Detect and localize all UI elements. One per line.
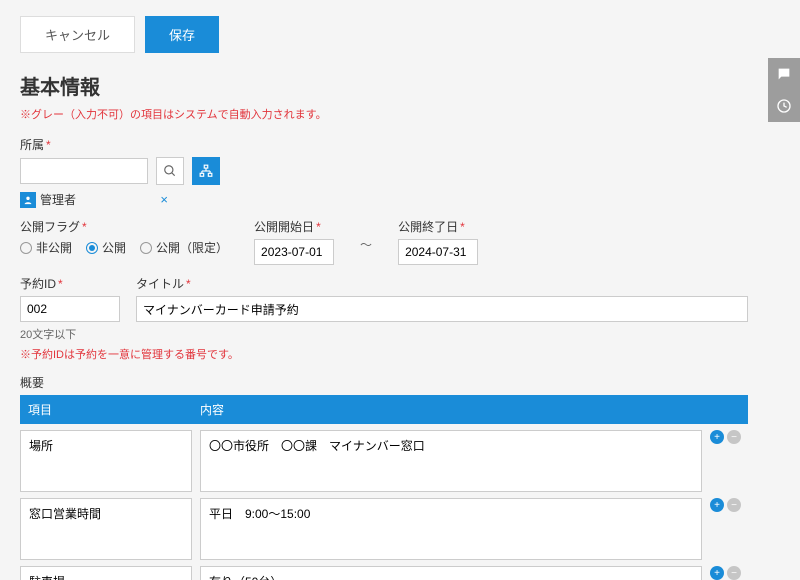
reserve-id-note: ※予約IDは予約を一意に管理する番号です。: [20, 346, 748, 362]
chat-icon[interactable]: [768, 58, 800, 90]
add-row-icon[interactable]: +: [710, 566, 724, 580]
affiliation-label: 所属*: [20, 136, 748, 153]
delete-row-icon[interactable]: −: [727, 430, 741, 444]
reserve-id-label: 予約ID*: [20, 275, 120, 292]
date-range-separator: 〜: [360, 238, 372, 252]
radio-limited[interactable]: 公開（限定）: [140, 239, 228, 256]
overview-item-input[interactable]: 駐車場: [20, 566, 192, 580]
cancel-button[interactable]: キャンセル: [20, 16, 135, 53]
overview-label: 概要: [20, 374, 748, 391]
affiliation-chip: 管理者 ×: [20, 191, 168, 208]
start-date-input[interactable]: [254, 239, 334, 265]
overview-row: 駐車場 有り（50台） + −: [20, 566, 748, 580]
affiliation-input[interactable]: [20, 158, 148, 184]
overview-content-input[interactable]: 有り（50台）: [200, 566, 702, 580]
org-tree-icon[interactable]: [192, 157, 220, 185]
title-label: タイトル*: [136, 275, 748, 292]
overview-row: 窓口営業時間 平日 9:00〜15:00 + −: [20, 498, 748, 560]
system-auto-note: ※グレー（入力不可）の項目はシステムで自動入力されます。: [20, 106, 748, 122]
page-title: 基本情報: [20, 71, 748, 100]
history-icon[interactable]: [768, 90, 800, 122]
end-date-input[interactable]: [398, 239, 478, 265]
search-icon[interactable]: [156, 157, 184, 185]
add-row-icon[interactable]: +: [710, 498, 724, 512]
add-row-icon[interactable]: +: [710, 430, 724, 444]
user-icon: [20, 192, 36, 208]
radio-private[interactable]: 非公開: [20, 239, 72, 256]
save-button[interactable]: 保存: [145, 16, 219, 53]
start-date-label: 公開開始日*: [254, 218, 334, 235]
end-date-label: 公開終了日*: [398, 218, 478, 235]
overview-item-input[interactable]: 窓口営業時間: [20, 498, 192, 560]
overview-item-input[interactable]: 場所: [20, 430, 192, 492]
side-tabs: [768, 58, 800, 122]
overview-content-input[interactable]: 〇〇市役所 〇〇課 マイナンバー窓口: [200, 430, 702, 492]
overview-row: 場所 〇〇市役所 〇〇課 マイナンバー窓口 + −: [20, 430, 748, 492]
delete-row-icon[interactable]: −: [727, 566, 741, 580]
affiliation-chip-label: 管理者: [40, 191, 76, 208]
reserve-id-input[interactable]: [20, 296, 120, 322]
title-input[interactable]: [136, 296, 748, 322]
overview-table-header: 項目 内容: [20, 395, 748, 424]
delete-row-icon[interactable]: −: [727, 498, 741, 512]
overview-content-input[interactable]: 平日 9:00〜15:00: [200, 498, 702, 560]
close-icon[interactable]: ×: [160, 192, 168, 207]
publish-flag-label: 公開フラグ*: [20, 218, 228, 235]
radio-public[interactable]: 公開: [86, 239, 126, 256]
reserve-id-help: 20文字以下: [20, 326, 120, 342]
